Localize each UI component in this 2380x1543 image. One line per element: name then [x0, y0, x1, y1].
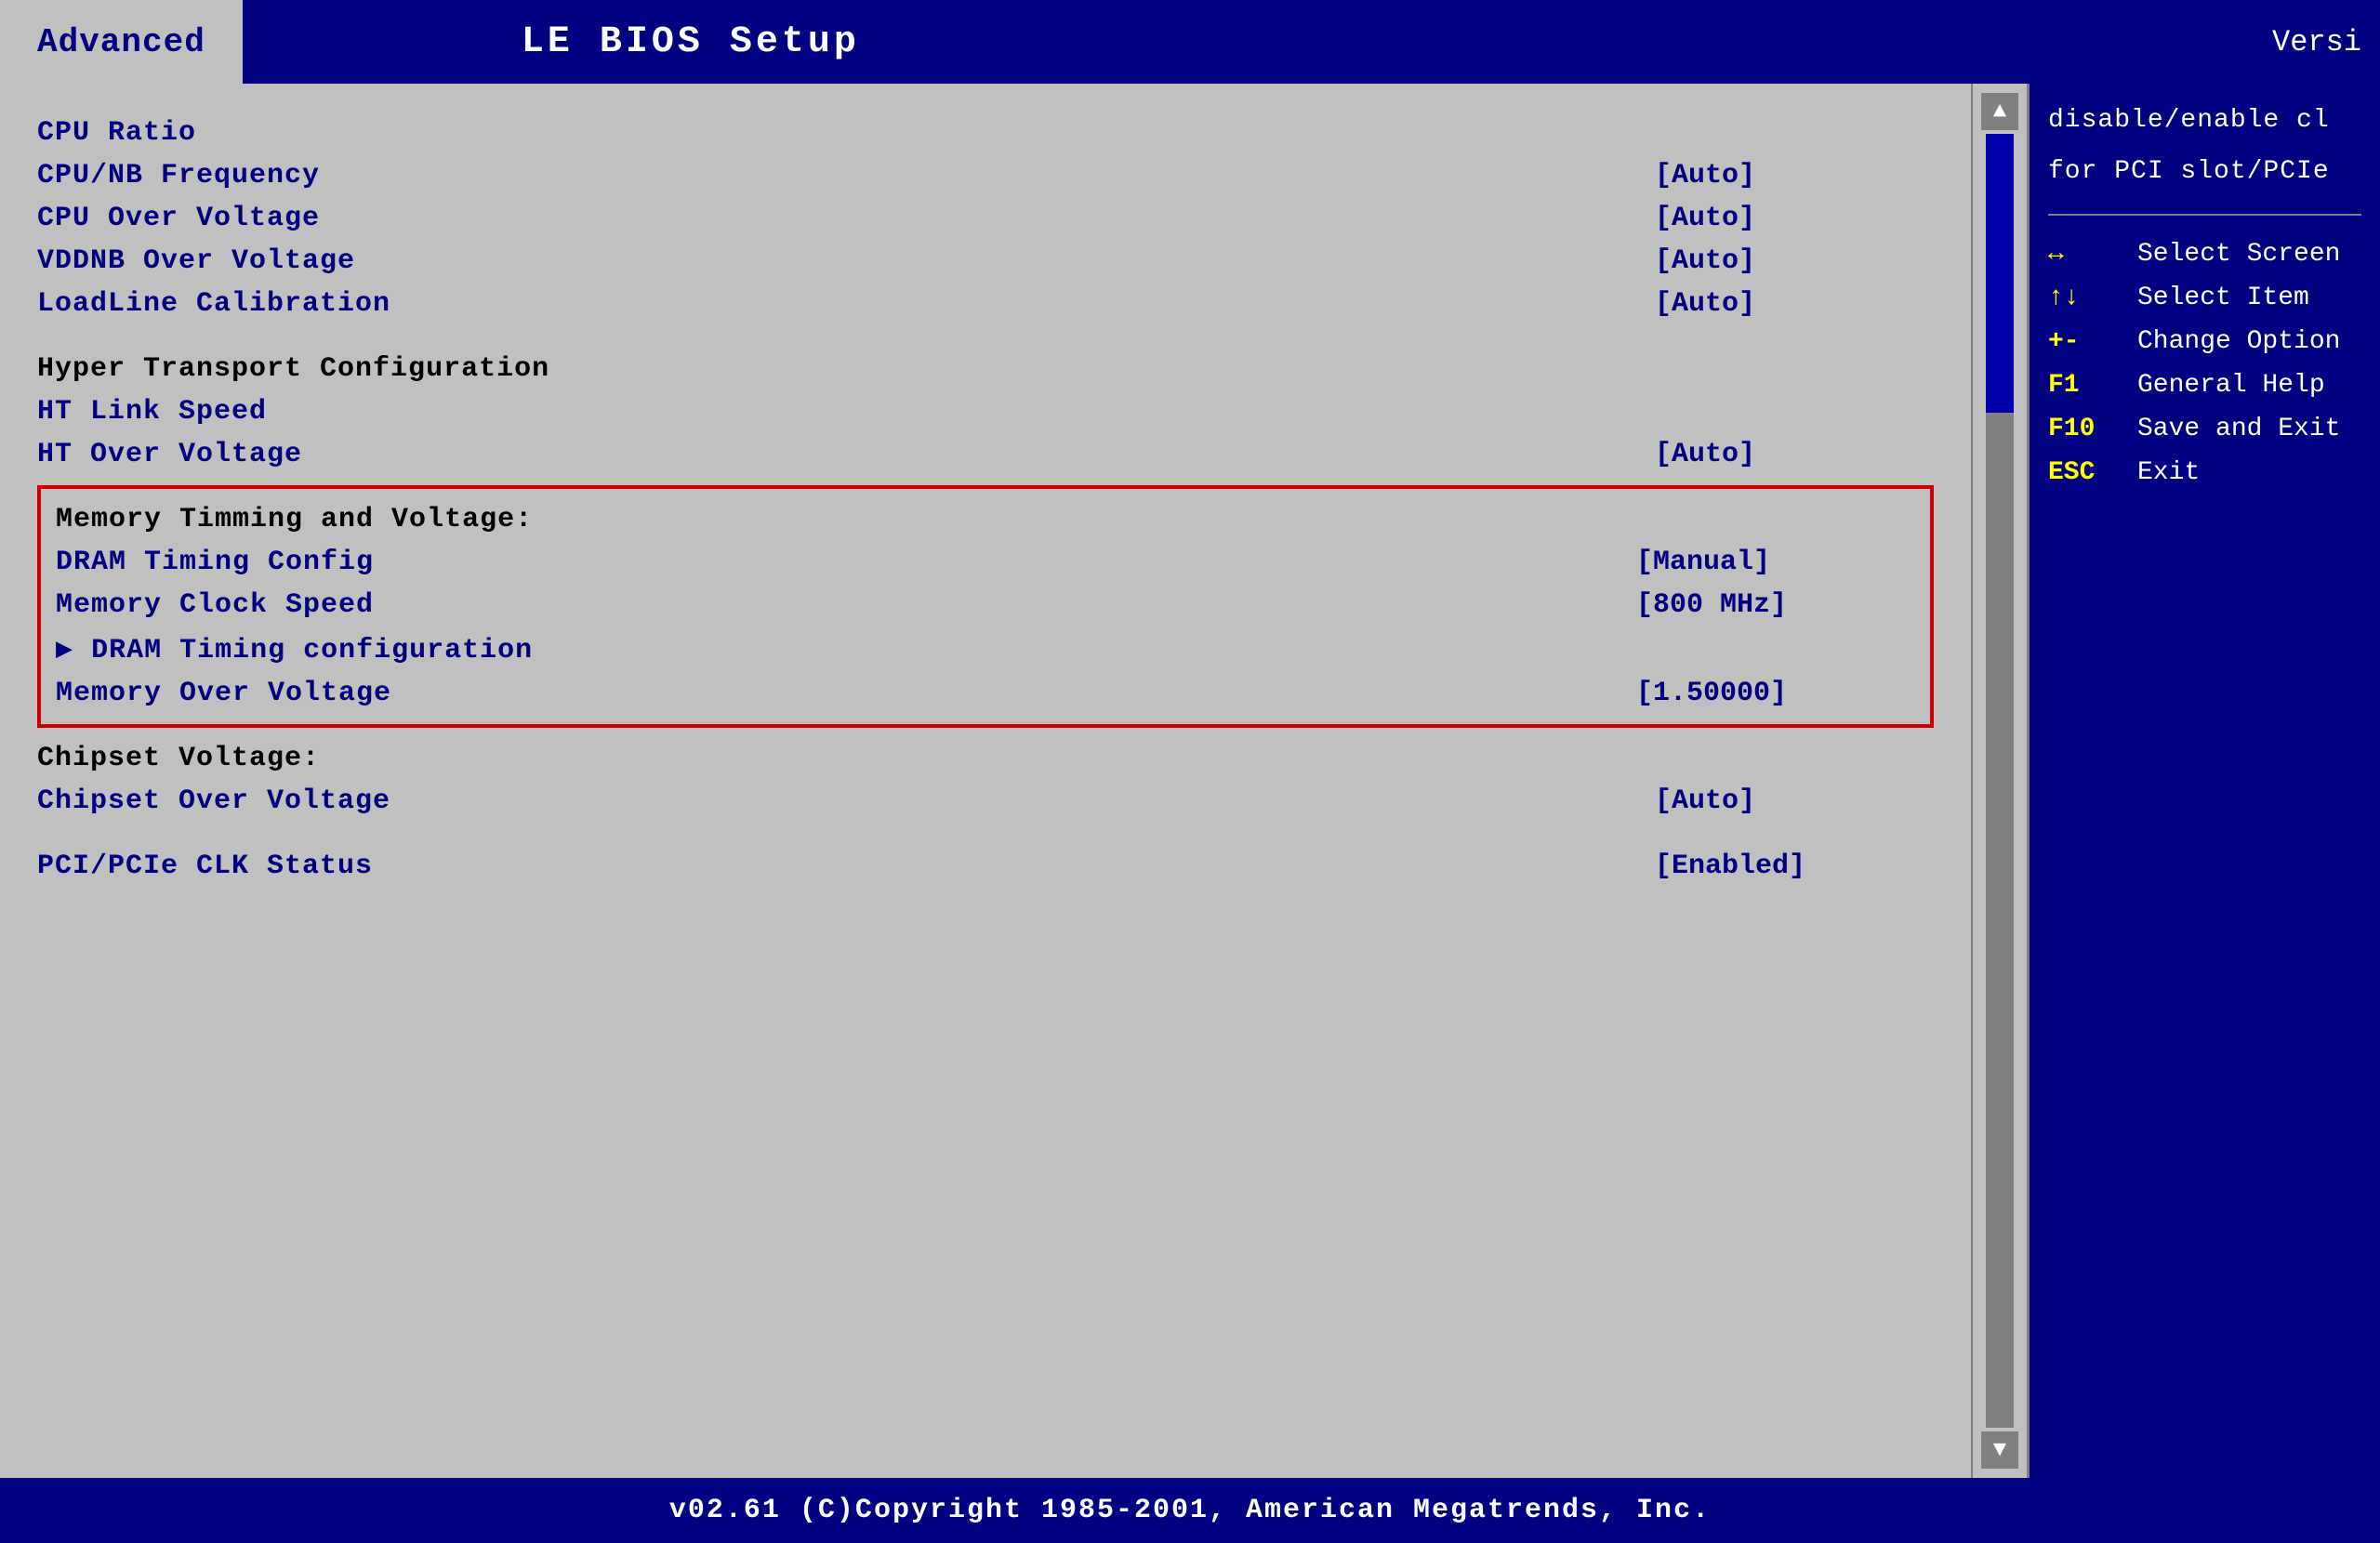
- loadline-calibration-value: [Auto]: [1655, 288, 1934, 320]
- cpu-nb-freq-label: CPU/NB Frequency: [37, 160, 320, 191]
- footer-bar: v02.61 (C)Copyright 1985-2001, American …: [0, 1478, 2380, 1543]
- vddnb-over-voltage-value: [Auto]: [1655, 245, 1934, 277]
- memory-over-voltage-item[interactable]: Memory Over Voltage [1.50000]: [56, 672, 1915, 715]
- key-change-option-key: +-: [2048, 327, 2122, 356]
- chipset-over-voltage-label: Chipset Over Voltage: [37, 785, 390, 817]
- header-bar: Advanced LE BIOS Setup Versi: [0, 0, 2380, 84]
- loadline-calibration-item[interactable]: LoadLine Calibration [Auto]: [37, 283, 1934, 325]
- chipset-over-voltage-item[interactable]: Chipset Over Voltage [Auto]: [37, 780, 1934, 823]
- cpu-nb-freq-value: [Auto]: [1655, 160, 1934, 191]
- cpu-over-voltage-value: [Auto]: [1655, 203, 1934, 234]
- memory-over-voltage-label: Memory Over Voltage: [56, 678, 391, 709]
- cpu-nb-freq-item[interactable]: CPU/NB Frequency [Auto]: [37, 154, 1934, 197]
- memory-section: Memory Timming and Voltage: DRAM Timing …: [37, 485, 1934, 728]
- main-area: CPU Ratio CPU/NB Frequency [Auto] CPU Ov…: [0, 84, 2380, 1478]
- key-save-exit-desc: Save and Exit: [2137, 415, 2340, 443]
- cpu-ratio-label: CPU Ratio: [37, 117, 196, 149]
- vddnb-over-voltage-label: VDDNB Over Voltage: [37, 245, 355, 277]
- key-exit-desc: Exit: [2137, 458, 2200, 487]
- cpu-ratio-item[interactable]: CPU Ratio: [37, 112, 1934, 154]
- key-select-item-desc: Select Item: [2137, 284, 2309, 312]
- dram-timing-configuration-item[interactable]: ▶ DRAM Timing configuration: [56, 626, 1915, 672]
- advanced-tab[interactable]: Advanced: [0, 0, 243, 84]
- help-panel: disable/enable cl for PCI slot/PCIe ↔ Se…: [2027, 84, 2380, 1478]
- version-label: Versi: [2272, 0, 2380, 84]
- key-change-option: +- Change Option: [2048, 327, 2361, 356]
- content-panel: CPU Ratio CPU/NB Frequency [Auto] CPU Ov…: [0, 84, 1971, 1478]
- help-description-line2: for PCI slot/PCIe: [2048, 153, 2361, 190]
- ht-over-voltage-label: HT Over Voltage: [37, 439, 302, 470]
- dram-timing-config-label: DRAM Timing Config: [56, 547, 374, 578]
- dram-timing-configuration-label: ▶ DRAM Timing configuration: [56, 632, 533, 666]
- chipset-section-header: Chipset Voltage:: [37, 743, 320, 774]
- ht-section-header: Hyper Transport Configuration: [37, 353, 549, 385]
- scrollbar[interactable]: ▲ ▼: [1971, 84, 2027, 1478]
- key-save-exit-key: F10: [2048, 415, 2122, 443]
- memory-section-header: Memory Timming and Voltage:: [56, 504, 533, 535]
- pci-pcie-clk-item[interactable]: PCI/PCIe CLK Status [Enabled]: [37, 845, 1934, 888]
- key-general-help-desc: General Help: [2137, 371, 2325, 400]
- ht-link-speed-item[interactable]: HT Link Speed: [37, 390, 1934, 433]
- cpu-over-voltage-label: CPU Over Voltage: [37, 203, 320, 234]
- key-select-screen-key: ↔: [2048, 240, 2122, 269]
- chipset-section-header-item: Chipset Voltage:: [37, 737, 1934, 780]
- key-general-help-key: F1: [2048, 371, 2122, 400]
- key-select-screen-desc: Select Screen: [2137, 240, 2340, 269]
- key-exit-key: ESC: [2048, 458, 2122, 487]
- memory-clock-speed-item[interactable]: Memory Clock Speed [800 MHz]: [56, 584, 1915, 626]
- ht-over-voltage-item[interactable]: HT Over Voltage [Auto]: [37, 433, 1934, 476]
- scroll-track[interactable]: [1986, 134, 2014, 1428]
- scroll-down-arrow[interactable]: ▼: [1981, 1431, 2018, 1469]
- scroll-up-arrow[interactable]: ▲: [1981, 93, 2018, 130]
- pci-pcie-clk-label: PCI/PCIe CLK Status: [37, 851, 373, 882]
- dram-timing-config-item[interactable]: DRAM Timing Config [Manual]: [56, 541, 1915, 584]
- help-divider: [2048, 214, 2361, 216]
- key-general-help: F1 General Help: [2048, 371, 2361, 400]
- memory-over-voltage-value: [1.50000]: [1636, 678, 1915, 709]
- ht-over-voltage-value: [Auto]: [1655, 439, 1934, 470]
- chipset-over-voltage-value: [Auto]: [1655, 785, 1934, 817]
- ht-section-header-item: Hyper Transport Configuration: [37, 348, 1934, 390]
- ht-link-speed-label: HT Link Speed: [37, 396, 267, 428]
- cpu-over-voltage-item[interactable]: CPU Over Voltage [Auto]: [37, 197, 1934, 240]
- pci-pcie-clk-value: [Enabled]: [1655, 851, 1934, 882]
- key-exit: ESC Exit: [2048, 458, 2361, 487]
- footer-text: v02.61 (C)Copyright 1985-2001, American …: [669, 1495, 1711, 1526]
- key-select-screen: ↔ Select Screen: [2048, 240, 2361, 269]
- key-change-option-desc: Change Option: [2137, 327, 2340, 356]
- vddnb-over-voltage-item[interactable]: VDDNB Over Voltage [Auto]: [37, 240, 1934, 283]
- key-select-item: ↑↓ Select Item: [2048, 284, 2361, 312]
- bios-title: LE BIOS Setup: [243, 0, 2272, 84]
- memory-section-header-item: Memory Timming and Voltage:: [56, 498, 1915, 541]
- scroll-thumb[interactable]: [1986, 134, 2014, 413]
- dram-timing-config-value: [Manual]: [1636, 547, 1915, 578]
- memory-clock-speed-label: Memory Clock Speed: [56, 589, 374, 621]
- key-select-item-key: ↑↓: [2048, 284, 2122, 312]
- key-save-exit: F10 Save and Exit: [2048, 415, 2361, 443]
- help-description-line1: disable/enable cl: [2048, 102, 2361, 138]
- bios-screen: Advanced LE BIOS Setup Versi CPU Ratio C…: [0, 0, 2380, 1543]
- memory-clock-speed-value: [800 MHz]: [1636, 589, 1915, 621]
- loadline-calibration-label: LoadLine Calibration: [37, 288, 390, 320]
